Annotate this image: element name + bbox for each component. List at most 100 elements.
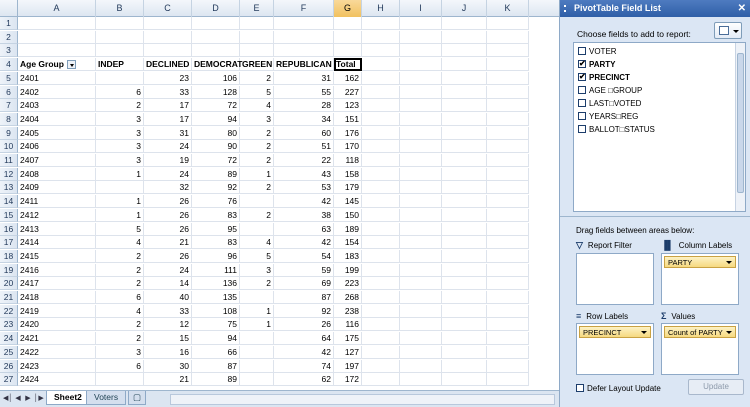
cell[interactable] bbox=[192, 17, 240, 30]
count-cell[interactable]: 3 bbox=[96, 112, 144, 126]
count-cell[interactable]: 2 bbox=[240, 71, 274, 85]
count-cell[interactable]: 92 bbox=[192, 181, 240, 195]
total-cell[interactable]: 158 bbox=[334, 167, 362, 181]
cell[interactable] bbox=[362, 140, 400, 154]
precinct-cell[interactable]: 2407 bbox=[18, 154, 96, 167]
count-cell[interactable]: 28 bbox=[274, 99, 334, 113]
cell[interactable] bbox=[442, 167, 487, 181]
precinct-cell[interactable]: 2414 bbox=[18, 236, 96, 250]
row-header[interactable]: 9 bbox=[0, 126, 18, 140]
row-header[interactable]: 17 bbox=[0, 236, 18, 250]
cell[interactable] bbox=[400, 181, 442, 195]
total-cell[interactable]: 118 bbox=[334, 154, 362, 167]
cell[interactable] bbox=[362, 85, 400, 99]
cell[interactable] bbox=[144, 17, 192, 30]
row-header[interactable]: 16 bbox=[0, 222, 18, 236]
count-cell[interactable]: 75 bbox=[192, 318, 240, 332]
cell[interactable] bbox=[442, 304, 487, 318]
cell[interactable] bbox=[487, 154, 529, 167]
cell[interactable] bbox=[400, 373, 442, 387]
cell[interactable] bbox=[362, 181, 400, 195]
count-cell[interactable]: 22 bbox=[274, 154, 334, 167]
count-cell[interactable]: 4 bbox=[240, 99, 274, 113]
cell[interactable] bbox=[400, 208, 442, 222]
prev-sheet-icon[interactable]: ◀ bbox=[14, 394, 22, 404]
row-header[interactable]: 22 bbox=[0, 304, 18, 318]
cell[interactable] bbox=[442, 126, 487, 140]
cell[interactable] bbox=[334, 30, 362, 44]
total-cell[interactable]: 238 bbox=[334, 304, 362, 318]
count-cell[interactable]: 24 bbox=[144, 263, 192, 277]
count-cell[interactable] bbox=[96, 181, 144, 195]
cell[interactable] bbox=[400, 58, 442, 72]
count-cell[interactable]: 6 bbox=[96, 291, 144, 304]
precinct-cell[interactable]: 2423 bbox=[18, 359, 96, 373]
row-header[interactable]: 12 bbox=[0, 167, 18, 181]
cell[interactable] bbox=[362, 30, 400, 44]
cell[interactable] bbox=[487, 208, 529, 222]
cell[interactable] bbox=[400, 167, 442, 181]
cell[interactable] bbox=[362, 249, 400, 263]
precinct-cell[interactable]: 2409 bbox=[18, 181, 96, 195]
cell[interactable] bbox=[18, 30, 96, 44]
cell[interactable] bbox=[362, 236, 400, 250]
count-cell[interactable] bbox=[96, 71, 144, 85]
count-cell[interactable]: 38 bbox=[274, 208, 334, 222]
pivot-column-header[interactable]: DEMOCRAT bbox=[192, 58, 242, 72]
close-icon[interactable]: ✕ bbox=[738, 0, 746, 17]
chevron-down-icon[interactable] bbox=[641, 331, 647, 334]
row-header[interactable]: 23 bbox=[0, 318, 18, 332]
precinct-cell[interactable]: 2412 bbox=[18, 208, 96, 222]
count-cell[interactable]: 76 bbox=[192, 195, 240, 209]
precinct-cell[interactable]: 2422 bbox=[18, 345, 96, 359]
row-header[interactable]: 25 bbox=[0, 345, 18, 359]
count-cell[interactable]: 26 bbox=[144, 249, 192, 263]
count-cell[interactable] bbox=[240, 222, 274, 236]
column-header-i[interactable]: I bbox=[400, 0, 442, 17]
cell[interactable] bbox=[487, 277, 529, 291]
cell[interactable] bbox=[274, 44, 334, 58]
cell[interactable] bbox=[487, 99, 529, 113]
defer-checkbox[interactable] bbox=[576, 384, 584, 392]
total-cell[interactable]: 150 bbox=[334, 208, 362, 222]
row-header[interactable]: 20 bbox=[0, 277, 18, 291]
cell[interactable] bbox=[487, 85, 529, 99]
cell[interactable] bbox=[334, 17, 362, 30]
count-cell[interactable]: 1 bbox=[240, 167, 274, 181]
total-cell[interactable]: 179 bbox=[334, 181, 362, 195]
pivot-column-header[interactable]: INDEP bbox=[96, 58, 144, 72]
defer-layout-update[interactable]: Defer Layout Update bbox=[576, 384, 661, 393]
count-cell[interactable]: 80 bbox=[192, 126, 240, 140]
cell[interactable] bbox=[487, 332, 529, 346]
field-checkbox[interactable] bbox=[578, 86, 586, 94]
count-cell[interactable]: 2 bbox=[240, 208, 274, 222]
count-cell[interactable]: 33 bbox=[144, 304, 192, 318]
count-cell[interactable]: 135 bbox=[192, 291, 240, 304]
cell[interactable] bbox=[400, 17, 442, 30]
cell[interactable] bbox=[18, 17, 96, 30]
cell[interactable] bbox=[487, 44, 529, 58]
cell[interactable] bbox=[442, 154, 487, 167]
count-cell[interactable]: 2 bbox=[96, 249, 144, 263]
cell[interactable] bbox=[442, 195, 487, 209]
count-cell[interactable]: 43 bbox=[274, 167, 334, 181]
pivot-column-header[interactable]: GREEN bbox=[240, 58, 274, 72]
count-cell[interactable]: 42 bbox=[274, 345, 334, 359]
first-sheet-icon[interactable]: ◀│ bbox=[3, 394, 13, 404]
row-header[interactable]: 1 bbox=[0, 17, 18, 30]
values-area[interactable]: Count of PARTY bbox=[661, 323, 739, 375]
party-field-chip[interactable]: PARTY bbox=[664, 256, 736, 268]
count-cell[interactable]: 2 bbox=[240, 126, 274, 140]
row-header[interactable]: 14 bbox=[0, 195, 18, 209]
field-layout-button[interactable] bbox=[714, 22, 742, 39]
count-cell[interactable] bbox=[240, 332, 274, 346]
field-checkbox[interactable] bbox=[578, 71, 586, 83]
field-list-scrollbar[interactable] bbox=[735, 43, 745, 211]
count-cell[interactable]: 72 bbox=[192, 99, 240, 113]
field-item[interactable]: PRECINCT bbox=[578, 71, 630, 84]
precinct-cell[interactable]: 2411 bbox=[18, 195, 96, 209]
count-cell[interactable]: 2 bbox=[96, 332, 144, 346]
total-cell[interactable]: 172 bbox=[334, 373, 362, 387]
cell[interactable] bbox=[442, 71, 487, 85]
total-cell[interactable]: 223 bbox=[334, 277, 362, 291]
